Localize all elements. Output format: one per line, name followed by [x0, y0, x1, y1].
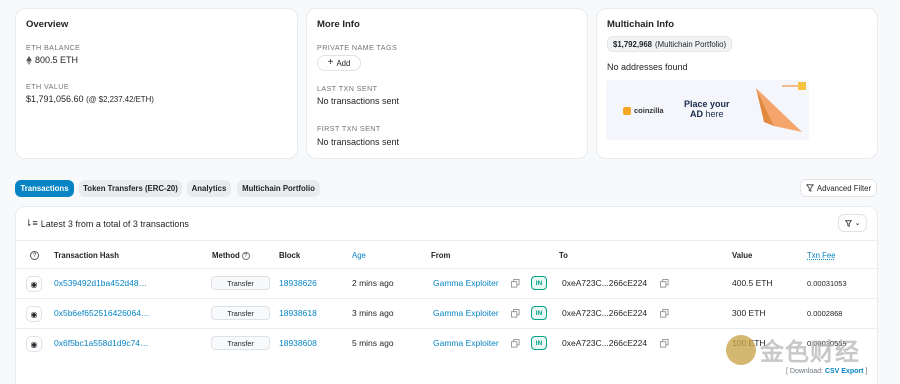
coinzilla-icon	[623, 106, 631, 115]
overview-title: Overview	[26, 19, 69, 30]
private-name-tags-label: PRIVATE NAME TAGS	[317, 43, 398, 52]
header-value: Value	[732, 251, 753, 260]
no-addresses-text: No addresses found	[607, 62, 688, 72]
advanced-filter-button[interactable]: Advanced Filter	[800, 179, 877, 197]
last-txn-label: LAST TXN SENT	[317, 84, 378, 93]
portfolio-amount: $1,792,968	[613, 39, 653, 49]
header-age[interactable]: Age	[352, 251, 366, 260]
copy-icon[interactable]	[660, 309, 669, 318]
txn-hash-link[interactable]: 0x539492d1ba452d48…	[54, 278, 147, 288]
header-from: From	[431, 251, 451, 260]
ad-banner[interactable]: coinzilla Place your AD here	[606, 80, 809, 140]
download-footer: [ Download: CSV Export ]	[786, 368, 868, 375]
eye-icon: ◉	[30, 309, 38, 319]
eth-balance-label: ETH BALANCE	[26, 43, 81, 52]
header-method: Method ?	[212, 251, 250, 260]
from-link[interactable]: Gamma Exploiter	[433, 278, 499, 288]
coinzilla-logo: coinzilla	[623, 106, 664, 115]
eye-icon: ◉	[30, 339, 38, 349]
chevron-down-icon: ⌄	[854, 220, 861, 227]
table-filter-dropdown[interactable]: ⌄	[838, 214, 867, 232]
csv-export-link[interactable]: CSV Export	[825, 368, 864, 375]
info-icon[interactable]: ?	[241, 251, 250, 260]
copy-icon[interactable]	[511, 279, 520, 288]
block-link[interactable]: 18938608	[279, 338, 317, 348]
eth-value: $1,791,056.60 (@ $2,237.42/ETH)	[26, 94, 154, 104]
header-transaction-hash: Transaction Hash	[54, 251, 119, 260]
last-txn-value: No transactions sent	[317, 96, 400, 106]
eye-icon: ◉	[30, 279, 38, 289]
age-cell: 2 mins ago	[352, 278, 394, 288]
multichain-portfolio-badge[interactable]: $1,792,968 (Multichain Portfolio)	[607, 36, 733, 52]
direction-in-badge: IN	[531, 336, 547, 350]
more-info-title: More Info	[317, 19, 360, 30]
value-cell: 400.5 ETH	[732, 278, 773, 288]
block-link[interactable]: 18938626	[279, 278, 317, 288]
copy-icon[interactable]	[660, 279, 669, 288]
watermark-logo: 金色财经	[726, 332, 860, 367]
tab-analytics[interactable]: Analytics	[187, 180, 231, 197]
age-cell: 3 mins ago	[352, 308, 394, 318]
direction-in-badge: IN	[531, 306, 547, 320]
sort-desc-icon: ⇂≡	[25, 218, 38, 228]
add-tag-label: Add	[336, 58, 351, 68]
block-link[interactable]: 18938618	[279, 308, 317, 318]
method-badge: Transfer	[211, 306, 270, 320]
preview-eye-button[interactable]: ◉	[26, 306, 42, 322]
summary-text: Latest 3 from a total of 3 transactions	[40, 218, 189, 229]
header-to: To	[559, 251, 568, 260]
copy-icon[interactable]	[660, 339, 669, 348]
header-block: Block	[279, 251, 301, 260]
first-txn-value: No transactions sent	[317, 137, 400, 147]
txn-fee-cell: 0.0002868	[807, 309, 843, 318]
eth-value-amount: $1,791,056.60	[26, 94, 84, 104]
watermark-icon	[726, 334, 756, 365]
watermark-text: 金色财经	[760, 338, 860, 366]
overview-card: Overview ETH BALANCE 800.5 ETH ETH VALUE…	[15, 8, 298, 159]
filter-icon	[805, 184, 814, 192]
txn-hash-link[interactable]: 0x6f5bc1a558d1d9c74…	[54, 338, 149, 348]
multichain-title: Multichain Info	[607, 19, 675, 30]
copy-icon[interactable]	[511, 339, 520, 348]
more-info-card: More Info PRIVATE NAME TAGS + Add LAST T…	[306, 8, 588, 159]
to-address: 0xeA723C...266cE224	[562, 278, 648, 288]
value-cell: 300 ETH	[732, 308, 766, 318]
portfolio-suffix: (Multichain Portfolio)	[655, 39, 727, 49]
ethereum-icon	[26, 55, 32, 65]
from-link[interactable]: Gamma Exploiter	[433, 338, 499, 348]
preview-eye-button[interactable]: ◉	[26, 336, 42, 352]
method-badge: Transfer	[211, 336, 270, 350]
to-address: 0xeA723C...266cE224	[562, 338, 648, 348]
age-cell: 5 mins ago	[352, 338, 394, 348]
tab-token-transfers[interactable]: Token Transfers (ERC-20)	[79, 180, 182, 197]
add-tag-button[interactable]: + Add	[317, 55, 361, 71]
eth-balance-amount: 800.5 ETH	[35, 55, 79, 65]
eth-balance-value: 800.5 ETH	[26, 55, 78, 65]
filter-icon	[844, 219, 852, 227]
preview-eye-button[interactable]: ◉	[26, 276, 42, 292]
ad-text: Place your AD here	[684, 99, 730, 119]
plus-icon: +	[327, 57, 334, 68]
txn-fee-cell: 0.00031053	[807, 279, 847, 288]
advanced-filter-label: Advanced Filter	[816, 183, 872, 193]
tab-transactions[interactable]: Transactions	[15, 180, 74, 197]
method-badge: Transfer	[211, 276, 270, 290]
header-txn-fee[interactable]: Txn Fee	[807, 251, 836, 260]
direction-in-badge: IN	[531, 276, 547, 290]
eth-value-label: ETH VALUE	[26, 82, 70, 91]
first-txn-label: FIRST TXN SENT	[317, 124, 381, 133]
txn-hash-link[interactable]: 0x5b6ef652516426064…	[54, 308, 149, 318]
to-address: 0xeA723C...266cE224	[562, 308, 648, 318]
copy-icon[interactable]	[511, 309, 520, 318]
from-link[interactable]: Gamma Exploiter	[433, 308, 499, 318]
table-summary: ⇂≡ Latest 3 from a total of 3 transactio…	[25, 218, 189, 229]
eth-value-rate: (@ $2,237.42/ETH)	[86, 95, 154, 104]
help-icon[interactable]: ?	[30, 251, 39, 260]
tab-multichain-portfolio[interactable]: Multichain Portfolio	[237, 180, 320, 197]
ad-graphic	[756, 82, 806, 132]
